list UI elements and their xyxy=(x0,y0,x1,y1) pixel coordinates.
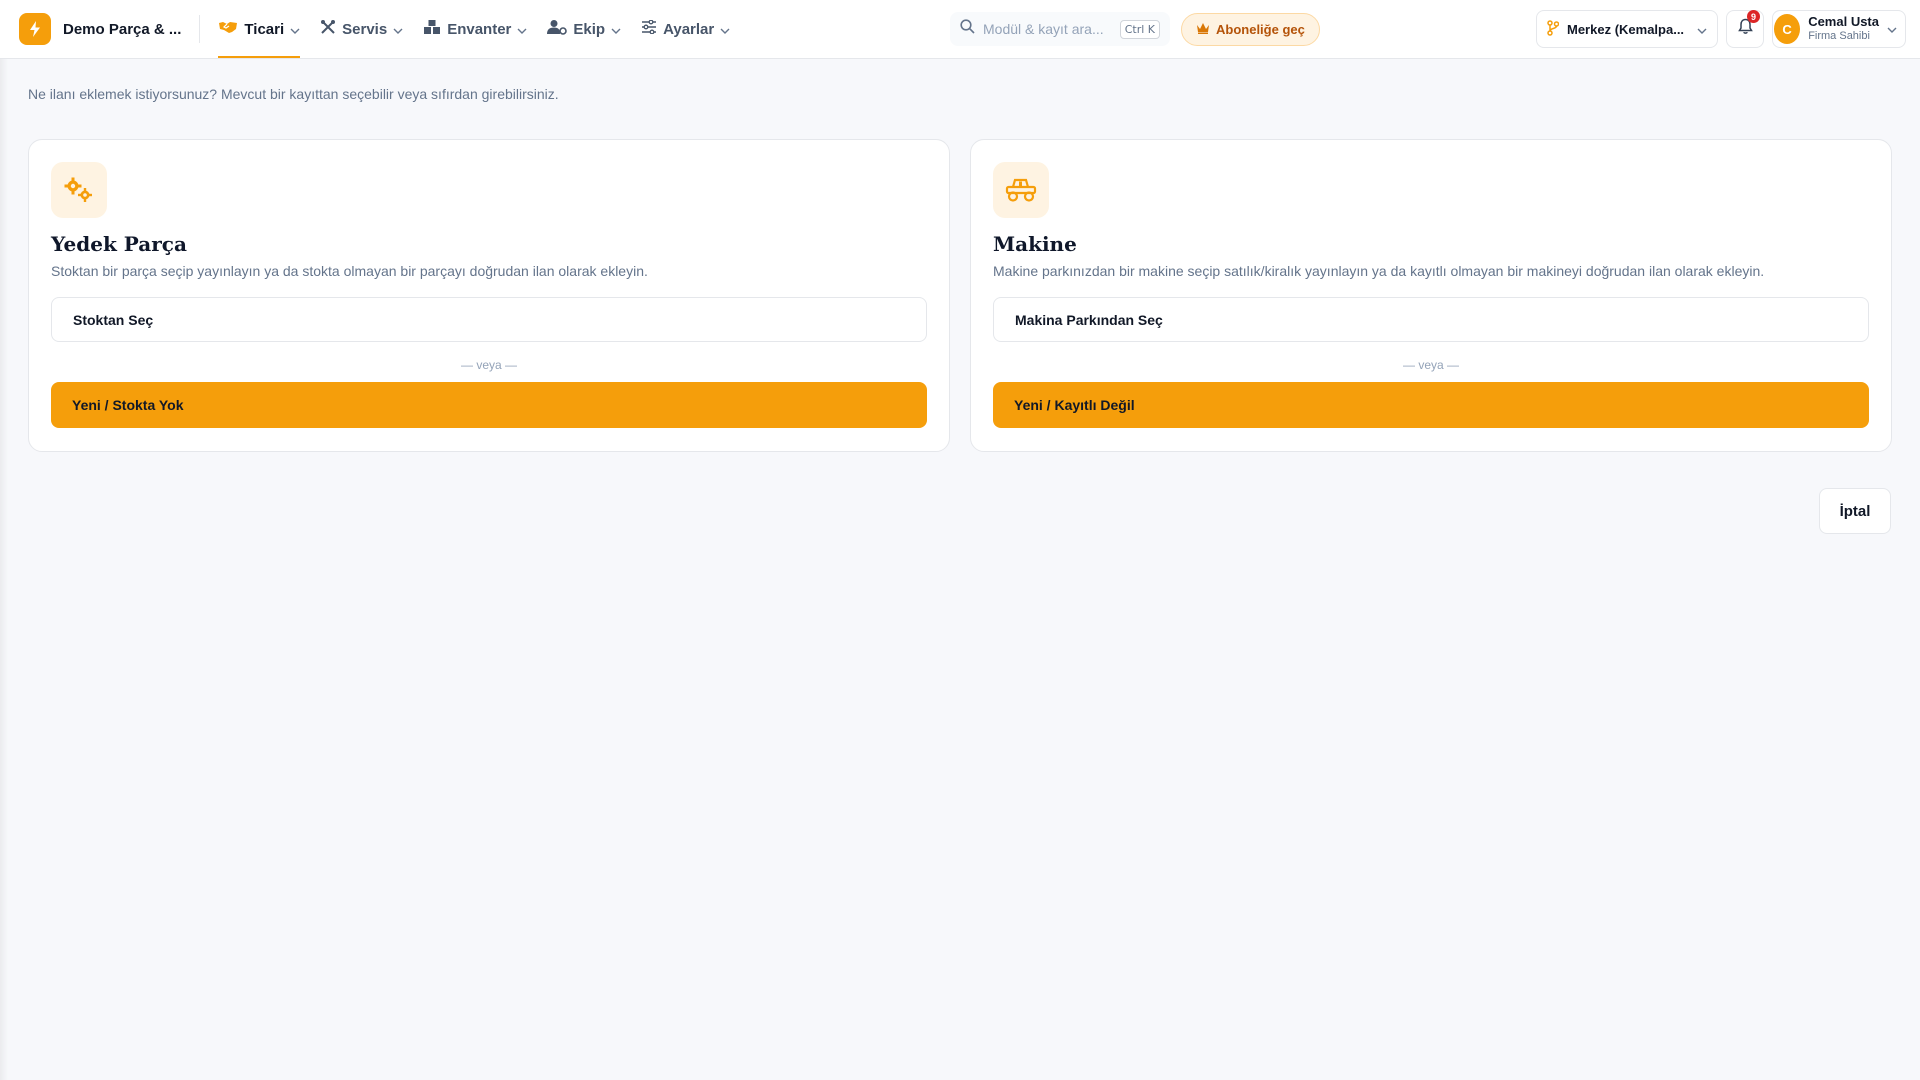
lightning-icon xyxy=(19,13,51,45)
nav-servis[interactable]: Servis xyxy=(320,0,403,58)
nav-label: Ekip xyxy=(573,20,606,38)
nav-label: Ayarlar xyxy=(663,20,715,38)
search-placeholder: Modül & kayıt ara... xyxy=(983,21,1104,37)
left-edge-shadow xyxy=(0,59,8,1080)
card-title: Makine xyxy=(993,232,1077,256)
search-input[interactable]: Modül & kayıt ara... Ctrl K xyxy=(950,12,1170,46)
nav-envanter[interactable]: Envanter xyxy=(423,0,527,58)
spare-part-card: Yedek Parça Stoktan bir parça seçip yayı… xyxy=(28,139,950,452)
machine-card: Makine Makine parkınızdan bir makine seç… xyxy=(970,139,1892,452)
nav-label: Envanter xyxy=(447,20,512,38)
cancel-button[interactable]: İptal xyxy=(1819,488,1891,534)
user-menu[interactable]: C Cemal Usta Firma Sahibi xyxy=(1772,10,1906,48)
top-bar: Demo Parça & ... Ticari Servis Envanter xyxy=(0,0,1920,59)
user-role: Firma Sahibi xyxy=(1808,30,1870,43)
crown-icon xyxy=(1196,22,1210,37)
main-nav: Ticari Servis Envanter Ekip Ayarlar xyxy=(218,0,750,58)
card-title: Yedek Parça xyxy=(51,232,187,256)
select-from-stock-button[interactable]: Stoktan Seç xyxy=(51,297,927,342)
nav-ticari[interactable]: Ticari xyxy=(218,0,300,58)
avatar: C xyxy=(1774,14,1801,44)
new-not-registered-button[interactable]: Yeni / Kayıtlı Değil xyxy=(993,382,1869,428)
user-info: Cemal Usta Firma Sahibi xyxy=(1808,14,1879,43)
or-separator: — veya — xyxy=(460,358,517,372)
user-gear-icon xyxy=(547,19,568,39)
branch-label: Merkez (Kemalpa... xyxy=(1567,21,1685,37)
gears-icon xyxy=(51,162,107,218)
divider xyxy=(199,15,201,43)
chevron-down-icon xyxy=(1887,20,1897,38)
card-description: Makine parkınızdan bir makine seçip satı… xyxy=(993,263,1765,279)
search-shortcut: Ctrl K xyxy=(1119,19,1160,39)
tools-icon xyxy=(320,19,336,39)
sliders-icon xyxy=(641,19,657,38)
nav-label: Servis xyxy=(342,20,388,38)
chevron-down-icon xyxy=(290,21,300,38)
chevron-down-icon xyxy=(393,21,403,38)
or-separator: — veya — xyxy=(1402,358,1459,372)
chevron-down-icon xyxy=(720,21,730,38)
truck-icon xyxy=(993,162,1049,218)
search-icon xyxy=(960,19,975,39)
boxes-icon xyxy=(423,19,441,39)
card-description: Stoktan bir parça seçip yayınlayın ya da… xyxy=(51,263,648,279)
select-from-machine-park-button[interactable]: Makina Parkından Seç xyxy=(993,297,1869,342)
new-not-in-stock-button[interactable]: Yeni / Stokta Yok xyxy=(51,382,927,428)
intro-text: Ne ilanı eklemek istiyorsunuz? Mevcut bi… xyxy=(28,86,559,102)
brand-name: Demo Parça & ... xyxy=(63,20,182,38)
user-name: Cemal Usta xyxy=(1808,14,1879,30)
nav-label: Ticari xyxy=(244,20,285,38)
subscribe-button[interactable]: Aboneliğe geç xyxy=(1181,13,1320,46)
chevron-down-icon xyxy=(611,21,621,38)
notifications-button[interactable]: 9 xyxy=(1726,10,1764,48)
subscribe-label: Aboneliğe geç xyxy=(1216,22,1305,37)
nav-ekip[interactable]: Ekip xyxy=(547,0,621,58)
branch-icon xyxy=(1547,19,1560,39)
branch-selector[interactable]: Merkez (Kemalpa... xyxy=(1536,10,1718,48)
chevron-down-icon xyxy=(517,21,527,38)
notification-badge: 9 xyxy=(1747,10,1760,23)
chevron-down-icon xyxy=(1697,22,1707,37)
handshake-icon xyxy=(218,20,238,38)
nav-ayarlar[interactable]: Ayarlar xyxy=(641,0,730,58)
brand[interactable]: Demo Parça & ... xyxy=(19,0,181,58)
